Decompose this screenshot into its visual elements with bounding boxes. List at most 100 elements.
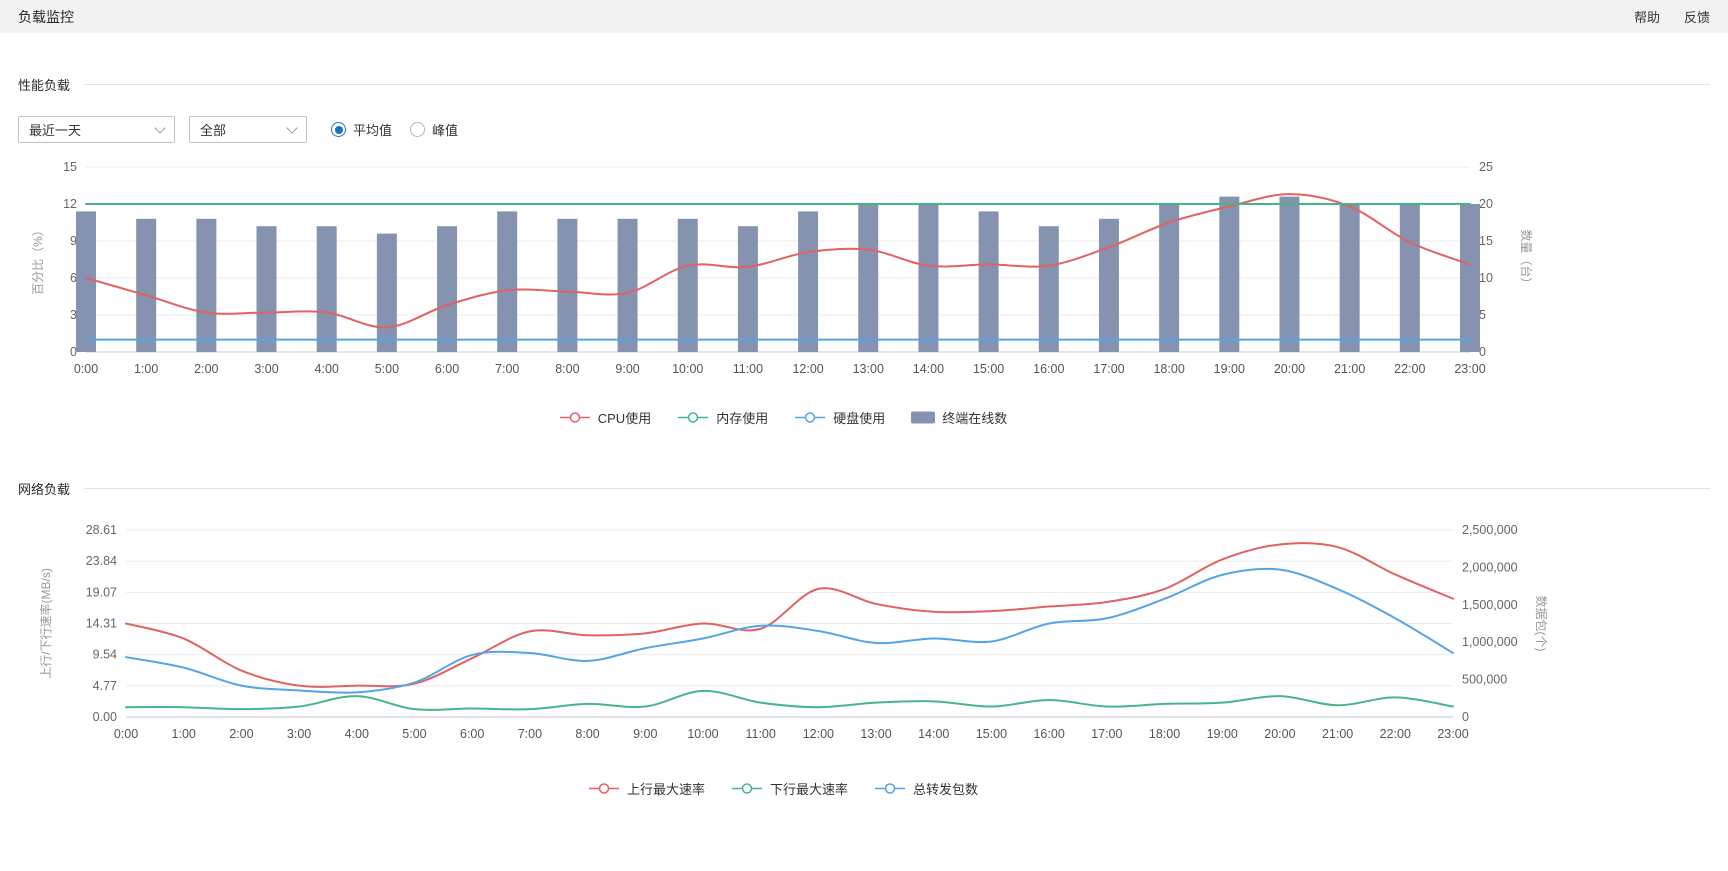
legend-line-marker — [874, 782, 906, 795]
svg-text:5:00: 5:00 — [375, 362, 399, 376]
svg-text:20:00: 20:00 — [1264, 727, 1295, 741]
svg-text:14.31: 14.31 — [86, 616, 117, 630]
svg-text:13:00: 13:00 — [853, 362, 884, 376]
legend-item-上行最大速率[interactable]: 上行最大速率 — [588, 779, 705, 798]
legend-line-marker — [677, 411, 709, 424]
svg-text:22:00: 22:00 — [1394, 362, 1425, 376]
legend-item-下行最大速率[interactable]: 下行最大速率 — [731, 779, 848, 798]
svg-text:1:00: 1:00 — [134, 362, 158, 376]
legend-bar-marker — [911, 411, 935, 424]
svg-text:12:00: 12:00 — [803, 727, 834, 741]
divider — [84, 84, 1710, 85]
scope-select[interactable]: 全部 — [189, 116, 307, 143]
svg-text:500,000: 500,000 — [1462, 673, 1507, 687]
svg-text:11:00: 11:00 — [745, 727, 775, 741]
svg-text:16:00: 16:00 — [1033, 727, 1064, 741]
svg-text:11:00: 11:00 — [733, 362, 763, 376]
radio-icon — [331, 122, 346, 137]
svg-text:23.84: 23.84 — [86, 554, 117, 568]
legend-label: 总转发包数 — [913, 779, 978, 798]
svg-text:1,500,000: 1,500,000 — [1462, 598, 1518, 612]
svg-text:10:00: 10:00 — [672, 362, 703, 376]
svg-text:0: 0 — [70, 345, 77, 359]
svg-text:8:00: 8:00 — [555, 362, 579, 376]
topbar: 负载监控 帮助 反馈 — [0, 0, 1728, 33]
svg-text:10: 10 — [1479, 271, 1493, 285]
network-legend: 上行最大速率 下行最大速率 总转发包数 — [18, 779, 1548, 798]
svg-text:20:00: 20:00 — [1274, 362, 1305, 376]
performance-legend: CPU使用 内存使用 硬盘使用 终端在线数 — [18, 408, 1548, 427]
svg-text:0: 0 — [1479, 345, 1486, 359]
svg-text:17:00: 17:00 — [1091, 727, 1122, 741]
svg-text:5: 5 — [1479, 308, 1486, 322]
svg-text:0:00: 0:00 — [114, 727, 138, 741]
svg-text:17:00: 17:00 — [1093, 362, 1124, 376]
svg-text:3:00: 3:00 — [254, 362, 278, 376]
svg-text:19.07: 19.07 — [86, 585, 117, 599]
svg-text:16:00: 16:00 — [1033, 362, 1064, 376]
legend-item-总转发包数[interactable]: 总转发包数 — [874, 779, 978, 798]
divider — [84, 488, 1710, 489]
performance-section: 性能负载 最近一天 全部 平均值 峰值 0369121505101520250:… — [0, 75, 1728, 427]
svg-text:1,000,000: 1,000,000 — [1462, 635, 1518, 649]
chevron-down-icon — [154, 122, 165, 133]
svg-text:18:00: 18:00 — [1153, 362, 1184, 376]
svg-text:6:00: 6:00 — [435, 362, 459, 376]
legend-label: 下行最大速率 — [770, 779, 848, 798]
legend-line-marker — [559, 411, 591, 424]
svg-text:0.00: 0.00 — [93, 710, 117, 724]
performance-chart-canvas: 0369121505101520250:001:002:003:004:005:… — [18, 157, 1548, 385]
radio-icon — [410, 122, 425, 137]
svg-text:14:00: 14:00 — [913, 362, 944, 376]
svg-text:2:00: 2:00 — [194, 362, 218, 376]
svg-text:6:00: 6:00 — [460, 727, 484, 741]
svg-text:19:00: 19:00 — [1207, 727, 1238, 741]
svg-text:2:00: 2:00 — [229, 727, 253, 741]
time-range-select[interactable]: 最近一天 — [18, 116, 175, 143]
performance-section-title: 性能负载 — [18, 75, 70, 94]
svg-text:4:00: 4:00 — [315, 362, 339, 376]
legend-item-终端在线数[interactable]: 终端在线数 — [911, 408, 1007, 427]
svg-text:4:00: 4:00 — [345, 727, 369, 741]
feedback-link[interactable]: 反馈 — [1684, 7, 1710, 26]
chevron-down-icon — [286, 122, 297, 133]
svg-text:15: 15 — [63, 160, 77, 174]
radio-peak[interactable]: 峰值 — [410, 120, 458, 139]
svg-text:4.77: 4.77 — [93, 679, 117, 693]
svg-text:23:00: 23:00 — [1454, 362, 1485, 376]
svg-text:21:00: 21:00 — [1334, 362, 1365, 376]
radio-label: 峰值 — [432, 120, 458, 139]
legend-item-CPU使用[interactable]: CPU使用 — [559, 408, 651, 427]
radio-label: 平均值 — [353, 120, 392, 139]
network-chart: 0.004.779.5414.3119.0723.8428.610500,000… — [18, 520, 1710, 755]
svg-text:上行/下行速率(MB/s): 上行/下行速率(MB/s) — [38, 568, 53, 679]
svg-text:9.54: 9.54 — [93, 648, 117, 662]
svg-text:6: 6 — [70, 271, 77, 285]
legend-label: 上行最大速率 — [627, 779, 705, 798]
time-range-value: 最近一天 — [29, 120, 81, 139]
network-section: 网络负载 0.004.779.5414.3119.0723.8428.61050… — [0, 479, 1728, 798]
scope-value: 全部 — [200, 120, 226, 139]
legend-label: CPU使用 — [598, 408, 651, 427]
svg-text:28.61: 28.61 — [86, 523, 117, 537]
legend-label: 终端在线数 — [942, 408, 1007, 427]
legend-item-内存使用[interactable]: 内存使用 — [677, 408, 768, 427]
svg-text:9:00: 9:00 — [615, 362, 639, 376]
network-section-header: 网络负载 — [18, 479, 1710, 498]
radio-average[interactable]: 平均值 — [331, 120, 392, 139]
legend-item-硬盘使用[interactable]: 硬盘使用 — [794, 408, 885, 427]
legend-line-marker — [794, 411, 826, 424]
svg-text:2,500,000: 2,500,000 — [1462, 523, 1518, 537]
help-link[interactable]: 帮助 — [1634, 7, 1660, 26]
svg-text:3:00: 3:00 — [287, 727, 311, 741]
svg-text:9: 9 — [70, 234, 77, 248]
legend-line-marker — [588, 782, 620, 795]
page-title: 负载监控 — [18, 7, 74, 27]
svg-text:25: 25 — [1479, 160, 1493, 174]
performance-controls: 最近一天 全部 平均值 峰值 — [18, 116, 1710, 143]
legend-label: 内存使用 — [716, 408, 768, 427]
svg-text:13:00: 13:00 — [860, 727, 891, 741]
network-section-title: 网络负载 — [18, 479, 70, 498]
legend-line-marker — [731, 782, 763, 795]
svg-text:1:00: 1:00 — [172, 727, 196, 741]
